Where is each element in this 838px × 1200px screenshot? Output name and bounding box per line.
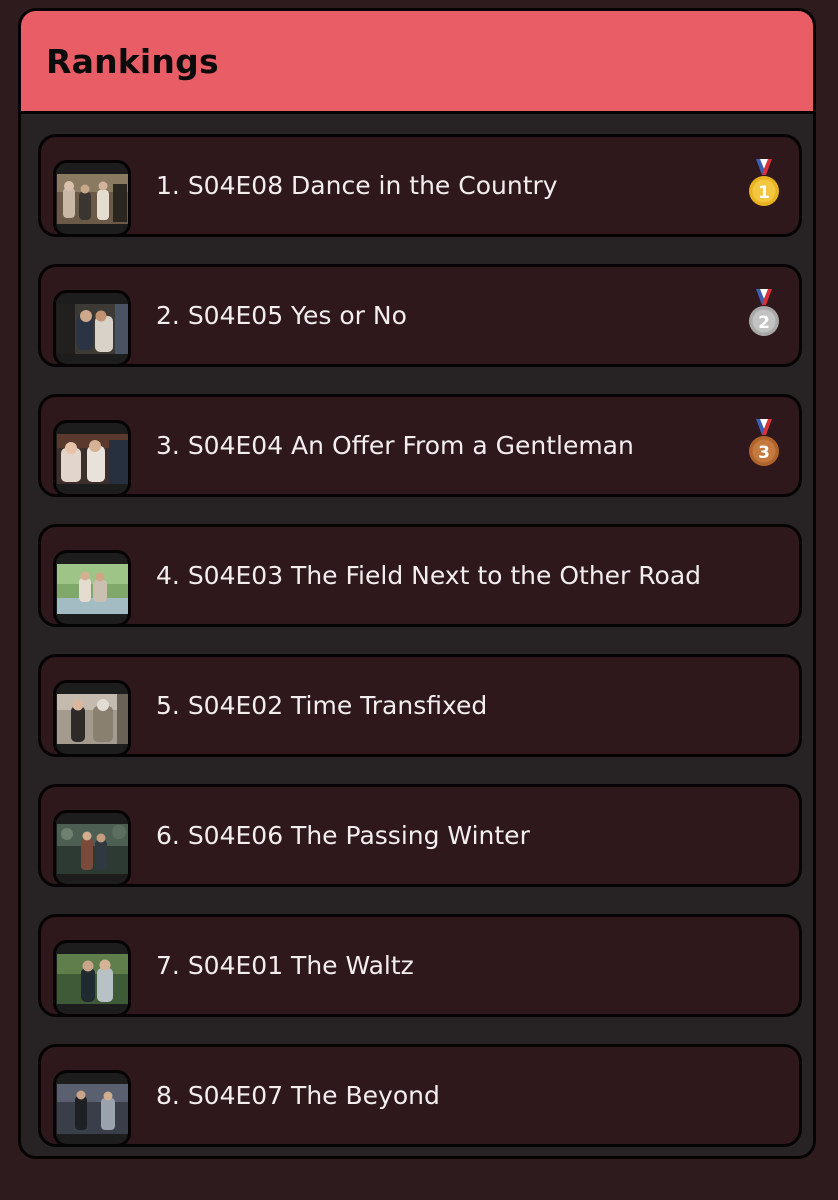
episode-thumbnail [53,810,131,887]
ranking-row-7[interactable]: 7. S04E01 The Waltz [38,914,802,1017]
episode-thumbnail [53,550,131,627]
ranking-label: 3. S04E04 An Offer From a Gentleman [156,431,634,460]
thumbnail-image [57,434,128,484]
svg-text:3: 3 [758,443,770,463]
ranking-label: 1. S04E08 Dance in the Country [156,171,558,200]
ranking-label: 7. S04E01 The Waltz [156,951,414,980]
ranking-row-1[interactable]: 1. S04E08 Dance in the Country 1 [38,134,802,237]
ranking-label: 6. S04E06 The Passing Winter [156,821,530,850]
bronze-medal-icon: 3 [749,419,779,466]
ranking-label: 4. S04E03 The Field Next to the Other Ro… [156,561,702,590]
ranking-row-5[interactable]: 5. S04E02 Time Transfixed [38,654,802,757]
ranking-label: 2. S04E05 Yes or No [156,301,407,330]
ranking-label: 5. S04E02 Time Transfixed [156,691,488,720]
rankings-panel: Rankings 1. S04E08 Dance in the Country [18,8,816,1159]
thumbnail-image [57,954,128,1004]
thumbnail-image [57,824,128,874]
thumbnail-image [57,694,128,744]
ranking-row-8[interactable]: 8. S04E07 The Beyond [38,1044,802,1147]
episode-thumbnail [53,290,131,367]
episode-thumbnail [53,680,131,757]
episode-thumbnail [53,1070,131,1147]
thumbnail-image [57,304,128,354]
ranking-row-3[interactable]: 3. S04E04 An Offer From a Gentleman 3 [38,394,802,497]
episode-thumbnail [53,160,131,237]
svg-text:1: 1 [758,183,770,203]
gold-medal-icon: 1 [749,159,779,206]
episode-thumbnail [53,940,131,1017]
ranking-row-6[interactable]: 6. S04E06 The Passing Winter [38,784,802,887]
svg-text:2: 2 [758,313,770,333]
episode-thumbnail [53,420,131,497]
thumbnail-image [57,174,128,224]
panel-header: Rankings [21,11,813,114]
panel-title: Rankings [46,41,219,81]
silver-medal-icon: 2 [749,289,779,336]
ranking-row-4[interactable]: 4. S04E03 The Field Next to the Other Ro… [38,524,802,627]
ranking-row-2[interactable]: 2. S04E05 Yes or No 2 [38,264,802,367]
thumbnail-image [57,564,128,614]
ranking-label: 8. S04E07 The Beyond [156,1081,440,1110]
thumbnail-image [57,1084,128,1134]
